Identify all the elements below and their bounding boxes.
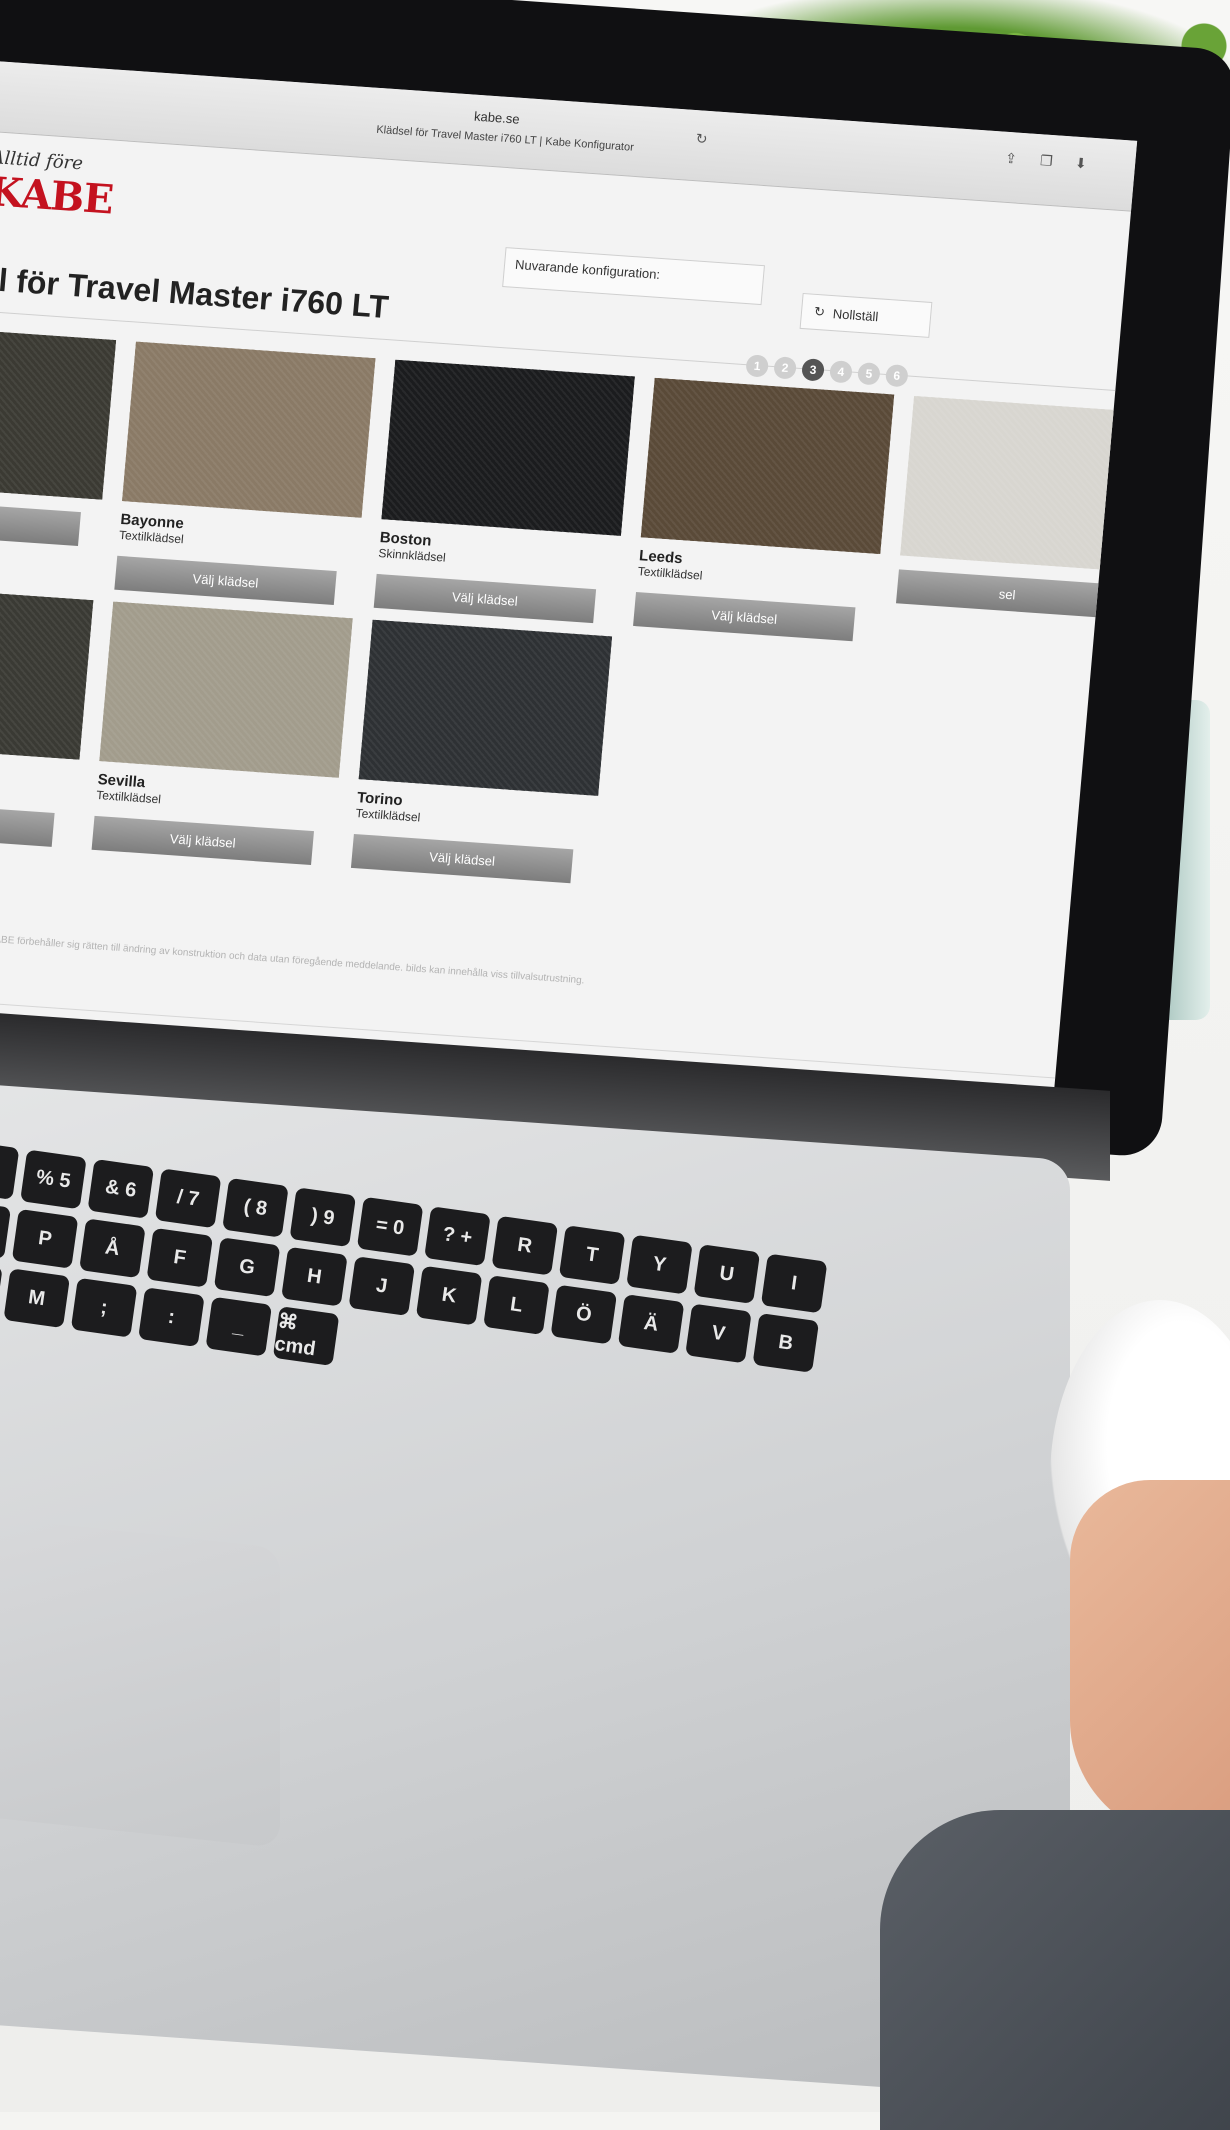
disclaimer-text: er, stället och färgalternativ. KABE för… [0, 925, 585, 987]
keyboard-key[interactable]: Ö [550, 1284, 618, 1345]
reset-label: Nollställ [832, 305, 880, 324]
keyboard-key[interactable]: U [693, 1244, 761, 1304]
step-2[interactable]: 2 [773, 356, 798, 380]
keyboard-key[interactable]: M [3, 1268, 71, 1329]
choose-fabric-button[interactable]: lj klädsel [0, 496, 81, 547]
share-icon[interactable]: ⇪ [1004, 150, 1018, 168]
keyboard-key[interactable]: _ [205, 1296, 273, 1357]
keyboard-key[interactable]: I [760, 1253, 828, 1314]
keyboard-key[interactable]: & 6 [87, 1158, 155, 1219]
keyboard-key[interactable]: % 5 [20, 1149, 87, 1210]
keyboard-key[interactable]: G [213, 1237, 281, 1298]
keyboard-key[interactable]: € 4 [0, 1140, 20, 1200]
fabric-card: Boston Skinnklädsel Välj klädsel [373, 359, 635, 625]
keyboard-key[interactable]: K [415, 1265, 483, 1326]
fabric-swatch[interactable] [381, 359, 635, 536]
fabric-card: Bayonne Textilklädsel Välj klädsel [114, 341, 376, 607]
step-6[interactable]: 6 [884, 363, 909, 388]
keyboard-key[interactable]: Ä [617, 1294, 685, 1354]
keyboard-key[interactable]: F [146, 1227, 214, 1288]
choose-fabric-button[interactable]: Välj klädsel [633, 592, 856, 642]
keyboard-key[interactable]: P [11, 1208, 79, 1269]
step-indicator: 123456 [745, 354, 909, 388]
fabric-swatch[interactable] [900, 395, 1138, 573]
fabric-card: Sevilla Textilklädsel Välj klädsel [91, 601, 353, 867]
keyboard-key[interactable]: H [281, 1246, 348, 1307]
keyboard-key[interactable]: ? + [424, 1206, 491, 1267]
choose-fabric-button[interactable]: sel [895, 569, 1119, 619]
app-screen: kabe.se Klädsel för Travel Master i760 L… [0, 60, 1138, 1188]
fabric-grid: lj klädsel BayonneTextilklädselVälj kläds… [0, 323, 1138, 920]
step-4[interactable]: 4 [829, 360, 853, 384]
keyboard-key[interactable]: R [491, 1215, 559, 1276]
keyboard-key[interactable]: ⌘ cmd [272, 1306, 340, 1366]
fabric-card: Torino Textilklädsel Välj klädsel [350, 619, 613, 885]
step-3[interactable]: 3 [801, 358, 825, 382]
step-5[interactable]: 5 [856, 362, 881, 386]
keyboard-key[interactable]: : [138, 1287, 205, 1348]
sleeve [880, 1810, 1230, 2130]
reload-icon[interactable]: ↻ [695, 130, 708, 148]
fabric-card: Leeds Textilklädsel Välj klädsel [633, 377, 895, 643]
keyboard-key[interactable]: ( 8 [222, 1177, 289, 1238]
keyboard-key[interactable]: Y [626, 1234, 693, 1295]
current-configuration-box[interactable]: Nuvarande konfiguration: [502, 247, 765, 306]
fabric-card: lj klädsel [0, 323, 117, 588]
tabs-icon[interactable]: ❐ [1039, 152, 1053, 170]
step-1[interactable]: 1 [745, 354, 770, 378]
refresh-icon: ↻ [813, 303, 826, 320]
logo-wordmark: KABE [0, 168, 115, 224]
fabric-swatch[interactable] [0, 583, 94, 760]
trackpad[interactable] [0, 1512, 280, 1848]
keyboard-key[interactable]: T [558, 1225, 626, 1286]
keyboard-key[interactable]: Å [79, 1218, 146, 1279]
choose-fabric-button[interactable]: Välj klädsel [0, 797, 55, 847]
fabric-swatch[interactable] [0, 323, 117, 500]
download-icon[interactable]: ⬇ [1074, 155, 1087, 173]
keyboard-key[interactable]: N [0, 1258, 3, 1319]
fabric-swatch[interactable] [358, 619, 613, 796]
choose-fabric-button[interactable]: Välj klädsel [114, 555, 337, 606]
keyboard-key[interactable]: O [0, 1199, 12, 1260]
fabric-swatch[interactable] [122, 341, 376, 518]
fabric-card: PalermoTextilklädselVälj klädsel [0, 583, 94, 848]
keyboard-key[interactable]: L [483, 1275, 550, 1335]
keyboard-key[interactable]: V [685, 1303, 752, 1364]
keyboard-key[interactable]: / 7 [154, 1168, 222, 1229]
choose-fabric-button[interactable]: Välj klädsel [373, 573, 597, 624]
keyboard-key[interactable]: B [752, 1312, 820, 1373]
fabric-swatch[interactable] [99, 601, 353, 778]
reset-button[interactable]: ↻ Nollställ [799, 292, 933, 338]
keyboard-key[interactable]: J [348, 1256, 416, 1317]
choose-fabric-button[interactable]: Välj klädsel [91, 815, 314, 866]
fabric-swatch[interactable] [640, 377, 895, 555]
hand [1070, 1480, 1230, 1840]
kabe-logo[interactable]: Alltid före KABE [0, 147, 117, 223]
keyboard-key[interactable]: = 0 [356, 1196, 424, 1257]
choose-fabric-button[interactable]: Välj klädsel [350, 833, 574, 884]
keyboard-key[interactable]: ; [70, 1277, 138, 1338]
keyboard-key[interactable]: ) 9 [289, 1187, 357, 1248]
